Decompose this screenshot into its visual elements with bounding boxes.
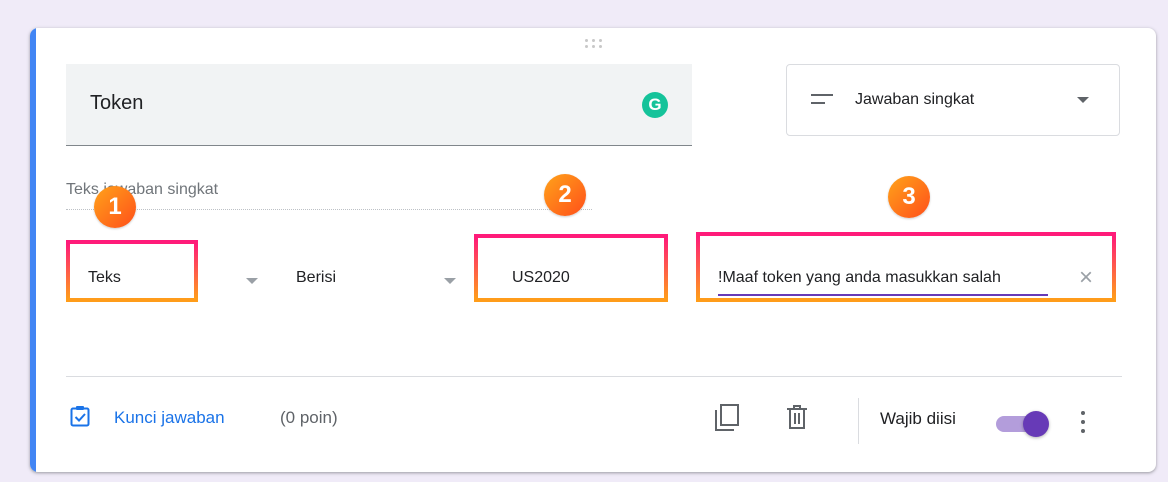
short-answer-placeholder: Teks jawaban singkat	[66, 181, 219, 198]
question-type-dropdown[interactable]: Jawaban singkat	[786, 64, 1120, 136]
question-title-field[interactable]: Token G	[66, 64, 692, 146]
chevron-down-icon[interactable]	[246, 278, 258, 284]
footer-vertical-divider	[858, 398, 859, 444]
required-toggle-knob[interactable]	[1023, 411, 1049, 437]
grammarly-icon[interactable]: G	[642, 92, 668, 118]
points-label: (0 poin)	[280, 408, 338, 427]
duplicate-icon[interactable]	[714, 404, 740, 432]
chevron-down-icon[interactable]	[444, 278, 456, 284]
answer-key-icon[interactable]	[70, 405, 90, 427]
drag-handle-icon[interactable]	[584, 38, 604, 48]
question-card: Token G Jawaban singkat Teks jawaban sin…	[30, 28, 1156, 472]
trash-icon[interactable]	[786, 404, 808, 430]
short-text-icon	[811, 94, 833, 106]
answer-key-link[interactable]: Kunci jawaban	[114, 408, 225, 428]
chevron-down-icon	[1077, 97, 1089, 103]
footer-divider	[66, 376, 1122, 377]
question-type-label: Jawaban singkat	[855, 91, 975, 108]
short-answer-preview: Teks jawaban singkat	[66, 181, 592, 210]
card-accent-bar	[30, 28, 36, 472]
validation-condition-select[interactable]: Berisi	[296, 269, 336, 287]
more-vert-icon[interactable]	[1080, 410, 1086, 434]
question-title: Token	[90, 92, 144, 114]
annotation-badge-3: 3	[888, 176, 930, 218]
annotation-badge-1: 1	[94, 186, 136, 228]
highlight-box-3	[696, 232, 1116, 302]
highlight-box-1	[66, 240, 198, 302]
required-label: Wajib diisi	[880, 409, 956, 428]
annotation-badge-2: 2	[544, 174, 586, 216]
highlight-box-2	[474, 234, 668, 302]
